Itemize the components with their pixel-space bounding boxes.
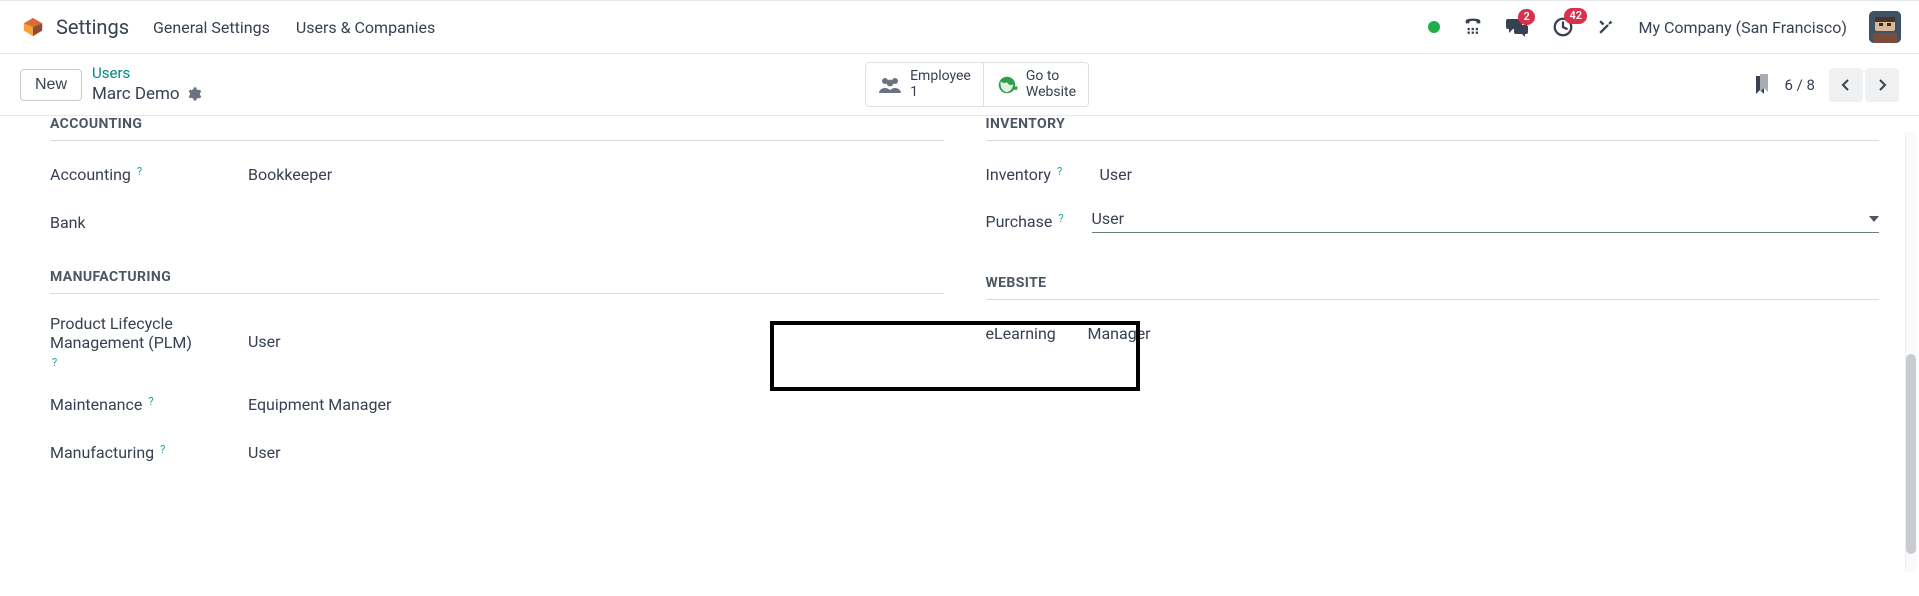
activities-icon[interactable]: 42 xyxy=(1552,16,1574,38)
section-title-website: WEBSITE xyxy=(986,275,1880,300)
help-icon[interactable]: ? xyxy=(137,165,142,178)
field-label-elearning: eLearning xyxy=(986,324,1056,343)
breadcrumb-parent-link[interactable]: Users xyxy=(92,64,202,84)
field-bank[interactable]: Bank xyxy=(50,209,944,235)
field-label-plm: Product Lifecycle Management (PLM) xyxy=(50,314,240,352)
section-title-inventory: INVENTORY xyxy=(986,116,1880,141)
messages-badge: 2 xyxy=(1518,9,1534,25)
field-value-maintenance[interactable]: Equipment Manager xyxy=(248,395,944,414)
field-label-inventory: Inventory xyxy=(986,165,1052,184)
field-value-elearning[interactable]: Manager xyxy=(1088,324,1880,343)
stat-goto-line1: Go to xyxy=(1026,69,1076,84)
stat-buttons: Employee 1 Go to Website xyxy=(865,62,1089,107)
field-label-accounting: Accounting xyxy=(50,165,131,184)
help-icon[interactable]: ? xyxy=(148,395,153,408)
field-elearning[interactable]: eLearning Manager xyxy=(986,320,1880,346)
section-inventory: INVENTORY Inventory? User Purchase? User xyxy=(986,116,1880,233)
field-value-accounting[interactable]: Bookkeeper xyxy=(248,165,944,184)
field-purchase[interactable]: Purchase? User xyxy=(986,209,1880,233)
field-label-bank: Bank xyxy=(50,213,86,232)
stat-employee-line2: 1 xyxy=(910,85,971,100)
menu-general-settings[interactable]: General Settings xyxy=(153,18,270,37)
menu-users-companies[interactable]: Users & Companies xyxy=(296,18,435,37)
app-title[interactable]: Settings xyxy=(56,15,129,39)
scrollbar-thumb[interactable] xyxy=(1906,354,1916,554)
field-label-purchase: Purchase xyxy=(986,212,1053,231)
connection-status-icon xyxy=(1428,21,1440,33)
pager-next-button[interactable] xyxy=(1865,68,1899,102)
section-title-accounting: ACCOUNTING xyxy=(50,116,944,141)
activities-badge: 42 xyxy=(1564,8,1587,24)
topbar: Settings General Settings Users & Compan… xyxy=(0,0,1919,54)
employees-icon xyxy=(878,75,902,95)
app-logo-icon[interactable] xyxy=(22,16,44,38)
tools-icon[interactable] xyxy=(1596,17,1616,37)
field-manufacturing[interactable]: Manufacturing? User xyxy=(50,439,944,465)
scrollbar-track[interactable] xyxy=(1905,132,1917,572)
stat-employee-line1: Employee xyxy=(910,69,971,84)
stat-goto-line2: Website xyxy=(1026,85,1076,100)
field-label-maintenance: Maintenance xyxy=(50,395,142,414)
section-accounting: ACCOUNTING Accounting? Bookkeeper Bank xyxy=(50,116,944,235)
bookmark-icon[interactable] xyxy=(1753,74,1771,96)
field-value-manufacturing[interactable]: User xyxy=(248,443,944,462)
field-plm[interactable]: Product Lifecycle Management (PLM)? User xyxy=(50,314,944,369)
help-icon[interactable]: ? xyxy=(52,356,57,369)
stat-employee[interactable]: Employee 1 xyxy=(866,63,984,106)
field-value-plm[interactable]: User xyxy=(248,332,944,351)
stat-goto-website[interactable]: Go to Website xyxy=(984,63,1088,106)
field-inventory[interactable]: Inventory? User xyxy=(986,161,1880,187)
new-button[interactable]: New xyxy=(20,69,82,101)
field-value-purchase: User xyxy=(1092,209,1870,228)
voip-icon[interactable] xyxy=(1462,17,1484,37)
form-content: ACCOUNTING Accounting? Bookkeeper Bank M… xyxy=(0,116,1919,529)
gear-icon[interactable] xyxy=(186,86,202,102)
field-value-inventory[interactable]: User xyxy=(1100,165,1880,184)
help-icon[interactable]: ? xyxy=(1057,165,1062,178)
field-label-manufacturing: Manufacturing xyxy=(50,443,154,462)
section-manufacturing: MANUFACTURING Product Lifecycle Manageme… xyxy=(50,269,944,465)
pager-prev-button[interactable] xyxy=(1829,68,1863,102)
section-title-manufacturing: MANUFACTURING xyxy=(50,269,944,294)
help-icon[interactable]: ? xyxy=(1058,212,1063,225)
globe-icon xyxy=(996,74,1018,96)
company-switcher[interactable]: My Company (San Francisco) xyxy=(1638,18,1847,37)
field-accounting[interactable]: Accounting? Bookkeeper xyxy=(50,161,944,187)
breadcrumb: Users Marc Demo xyxy=(92,64,202,106)
section-website: WEBSITE eLearning Manager xyxy=(986,275,1880,346)
control-bar: New Users Marc Demo Employee 1 xyxy=(0,54,1919,116)
chevron-down-icon xyxy=(1869,216,1879,222)
breadcrumb-current: Marc Demo xyxy=(92,83,180,105)
purchase-select[interactable]: User xyxy=(1092,209,1880,233)
messages-icon[interactable]: 2 xyxy=(1506,17,1530,37)
topbar-right: 2 42 My Company (San Francisco) xyxy=(1428,11,1901,43)
help-icon[interactable]: ? xyxy=(160,443,165,456)
page-counter[interactable]: 6 / 8 xyxy=(1785,76,1816,94)
user-avatar[interactable] xyxy=(1869,11,1901,43)
field-maintenance[interactable]: Maintenance? Equipment Manager xyxy=(50,391,944,417)
